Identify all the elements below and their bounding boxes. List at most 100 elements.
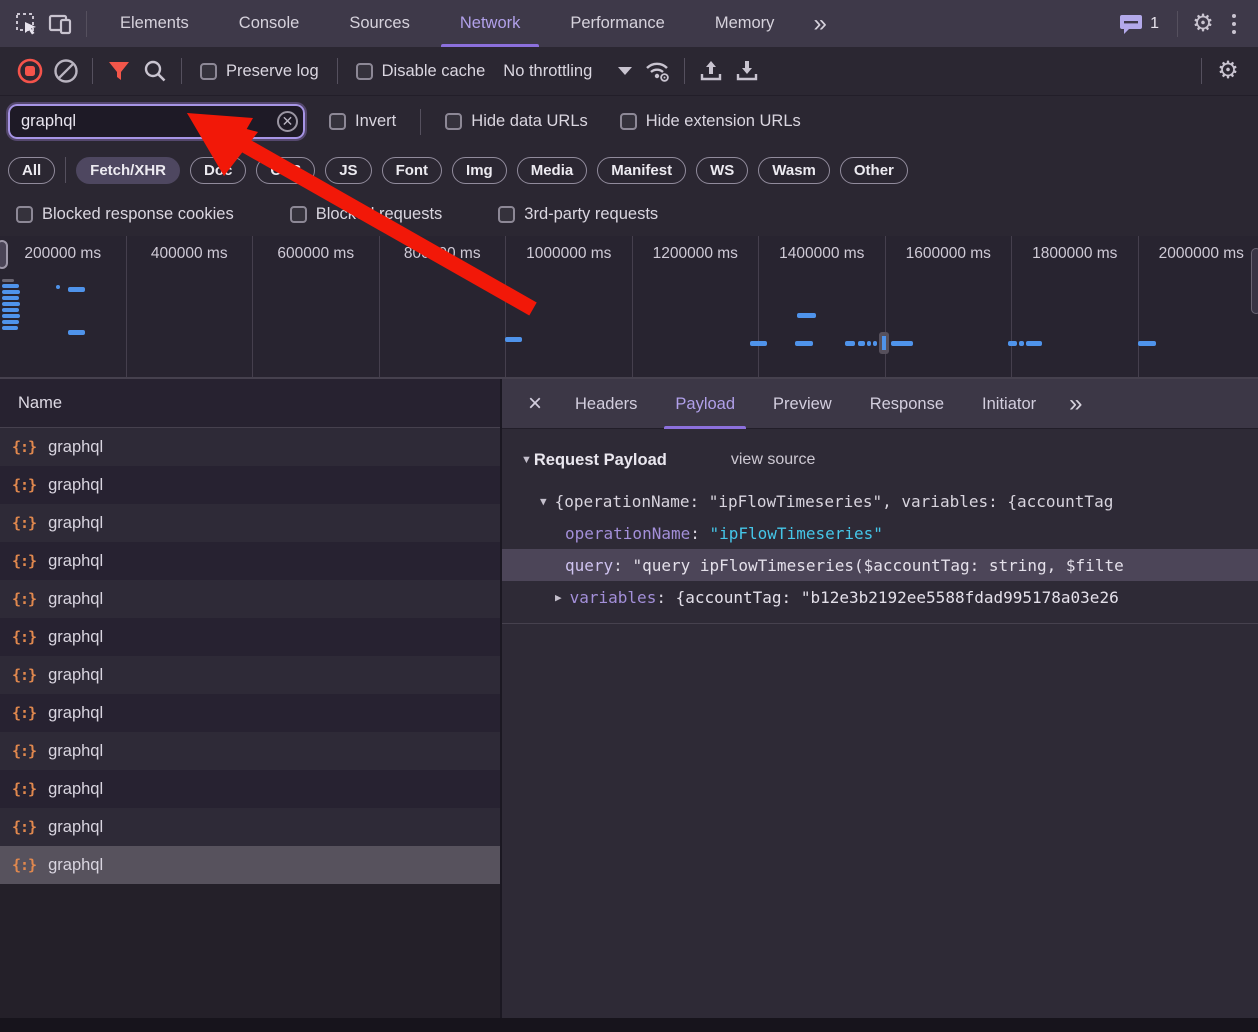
timeline-left-handle[interactable]: [0, 240, 8, 269]
request-row[interactable]: {:}graphql: [0, 770, 500, 808]
hide-data-urls-toggle[interactable]: Hide data URLs: [445, 112, 587, 131]
payload-row-variables[interactable]: ▶ variables: {accountTag: "b12e3b2192ee5…: [502, 581, 1258, 613]
chip-ws[interactable]: WS: [696, 157, 748, 184]
request-row[interactable]: {:}graphql: [0, 428, 500, 466]
request-row[interactable]: {:}graphql: [0, 732, 500, 770]
payload-row-operationname[interactable]: operationName: "ipFlowTimeseries": [502, 517, 1258, 549]
timeline-request-bar[interactable]: [750, 341, 767, 346]
chip-manifest[interactable]: Manifest: [597, 157, 686, 184]
timeline-request-bar[interactable]: [2, 290, 20, 294]
close-icon[interactable]: ×: [514, 392, 556, 416]
name-column-header[interactable]: Name: [0, 379, 500, 428]
tab-elements[interactable]: Elements: [95, 0, 214, 47]
timeline-request-bar[interactable]: [867, 341, 871, 346]
timeline-request-bar[interactable]: [2, 326, 18, 330]
request-row[interactable]: {:}graphql: [0, 618, 500, 656]
chip-all[interactable]: All: [8, 157, 55, 184]
inspect-element-icon[interactable]: [10, 7, 44, 41]
network-settings-gear-icon[interactable]: ⚙: [1210, 53, 1246, 89]
timeline-request-bar[interactable]: [2, 314, 20, 318]
clear-button[interactable]: [48, 53, 84, 89]
timeline-request-bar[interactable]: [1026, 341, 1042, 346]
chip-font[interactable]: Font: [382, 157, 442, 184]
disable-cache-toggle[interactable]: Disable cache: [356, 62, 486, 81]
timeline-request-bar[interactable]: [68, 287, 85, 292]
clear-filter-icon[interactable]: ✕: [277, 111, 298, 132]
chip-wasm[interactable]: Wasm: [758, 157, 830, 184]
detail-tab-initiator[interactable]: Initiator: [963, 379, 1055, 429]
timeline-request-bar[interactable]: [1138, 341, 1156, 346]
chip-css[interactable]: CSS: [256, 157, 315, 184]
throttling-select[interactable]: No throttling: [503, 62, 632, 81]
hide-extension-urls-checkbox[interactable]: [620, 113, 637, 130]
tab-network[interactable]: Network: [435, 0, 546, 47]
chip-js[interactable]: JS: [325, 157, 371, 184]
blocked-requests-toggle[interactable]: Blocked requests: [290, 205, 443, 224]
timeline-request-bar[interactable]: [845, 341, 855, 346]
expand-triangle-icon[interactable]: ▶: [555, 591, 562, 604]
hide-extension-urls-toggle[interactable]: Hide extension URLs: [620, 112, 801, 131]
chip-fetch-xhr[interactable]: Fetch/XHR: [76, 157, 180, 184]
invert-toggle[interactable]: Invert: [329, 112, 396, 131]
issues-button[interactable]: 1: [1109, 13, 1169, 35]
timeline-request-bar[interactable]: [68, 330, 85, 335]
preserve-log-checkbox[interactable]: [200, 63, 217, 80]
detail-tab-preview[interactable]: Preview: [754, 379, 851, 429]
tab-memory[interactable]: Memory: [690, 0, 800, 47]
export-har-icon[interactable]: [729, 53, 765, 89]
timeline-request-bar[interactable]: [2, 308, 19, 312]
timeline-request-bar[interactable]: [2, 279, 14, 282]
preserve-log-toggle[interactable]: Preserve log: [200, 62, 319, 81]
kebab-menu-icon[interactable]: [1220, 14, 1248, 34]
request-row[interactable]: {:}graphql: [0, 656, 500, 694]
request-payload-section[interactable]: ▼ Request Payload view source: [502, 445, 1258, 475]
detail-tab-response[interactable]: Response: [851, 379, 963, 429]
network-conditions-icon[interactable]: [640, 53, 676, 89]
view-source-link[interactable]: view source: [731, 451, 815, 469]
request-row[interactable]: {:}graphql: [0, 846, 500, 884]
timeline-selected-request-bar[interactable]: [879, 332, 889, 354]
payload-preview-row[interactable]: ▼ {operationName: "ipFlowTimeseries", va…: [502, 485, 1258, 517]
blocked-cookies-toggle[interactable]: Blocked response cookies: [16, 205, 234, 224]
timeline-request-bar[interactable]: [1008, 341, 1017, 346]
settings-gear-icon[interactable]: ⚙: [1186, 7, 1220, 41]
timeline-request-bar[interactable]: [1019, 341, 1024, 346]
detail-tab-headers[interactable]: Headers: [556, 379, 656, 429]
blocked-requests-checkbox[interactable]: [290, 206, 307, 223]
timeline-request-bar[interactable]: [797, 313, 816, 318]
third-party-checkbox[interactable]: [498, 206, 515, 223]
request-row[interactable]: {:}graphql: [0, 504, 500, 542]
network-overview-timeline[interactable]: 200000 ms400000 ms600000 ms800000 ms1000…: [0, 236, 1258, 379]
more-tabs-icon[interactable]: »: [799, 10, 840, 38]
chip-other[interactable]: Other: [840, 157, 908, 184]
blocked-cookies-checkbox[interactable]: [16, 206, 33, 223]
tab-sources[interactable]: Sources: [324, 0, 435, 47]
expand-triangle-icon[interactable]: ▼: [540, 495, 547, 508]
detail-more-tabs-icon[interactable]: »: [1055, 390, 1096, 418]
request-row[interactable]: {:}graphql: [0, 580, 500, 618]
timeline-request-bar[interactable]: [2, 320, 19, 324]
timeline-request-bar[interactable]: [873, 341, 877, 346]
tab-performance[interactable]: Performance: [545, 0, 689, 47]
filter-input[interactable]: [8, 104, 305, 139]
timeline-right-handle[interactable]: [1251, 248, 1258, 314]
search-icon[interactable]: [137, 53, 173, 89]
timeline-request-bar[interactable]: [858, 341, 865, 346]
request-row[interactable]: {:}graphql: [0, 466, 500, 504]
filter-icon[interactable]: [101, 53, 137, 89]
detail-tab-payload[interactable]: Payload: [656, 379, 754, 429]
tab-console[interactable]: Console: [214, 0, 325, 47]
timeline-request-bar[interactable]: [2, 302, 20, 306]
request-row[interactable]: {:}graphql: [0, 694, 500, 732]
timeline-request-bar[interactable]: [795, 341, 813, 346]
chip-media[interactable]: Media: [517, 157, 588, 184]
timeline-request-bar[interactable]: [505, 337, 522, 342]
payload-row-query[interactable]: query: "query ipFlowTimeseries($accountT…: [502, 549, 1258, 581]
device-toolbar-icon[interactable]: [44, 7, 78, 41]
timeline-request-bar[interactable]: [891, 341, 913, 346]
hide-data-urls-checkbox[interactable]: [445, 113, 462, 130]
chip-img[interactable]: Img: [452, 157, 507, 184]
chip-doc[interactable]: Doc: [190, 157, 246, 184]
disable-cache-checkbox[interactable]: [356, 63, 373, 80]
timeline-request-bar[interactable]: [2, 284, 19, 288]
